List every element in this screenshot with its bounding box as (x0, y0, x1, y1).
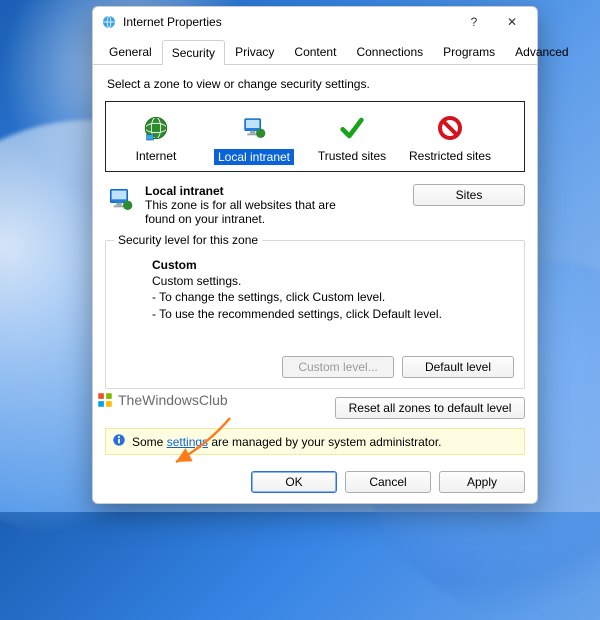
close-button[interactable]: ✕ (493, 8, 531, 36)
custom-line1: Custom settings. (152, 273, 514, 289)
info-icon (112, 433, 126, 450)
info-text: Some settings are managed by your system… (132, 435, 441, 449)
local-intranet-icon (105, 184, 137, 216)
zone-desc-text: This zone is for all websites that are f… (145, 198, 365, 226)
reset-all-zones-button[interactable]: Reset all zones to default level (335, 397, 525, 419)
titlebar: Internet Properties ? ✕ (93, 7, 537, 37)
zone-local-intranet-label: Local intranet (214, 149, 294, 165)
tab-strip: General Security Privacy Content Connect… (93, 39, 537, 65)
custom-settings-block: Custom Custom settings. - To change the … (152, 257, 514, 322)
tab-advanced[interactable]: Advanced (505, 39, 578, 64)
custom-level-button: Custom level... (282, 356, 394, 378)
zone-trusted-sites[interactable]: Trusted sites (306, 110, 398, 169)
settings-link[interactable]: settings (167, 435, 208, 449)
custom-line2: - To change the settings, click Custom l… (152, 289, 514, 305)
tab-general[interactable]: General (99, 39, 162, 64)
help-button[interactable]: ? (455, 8, 493, 36)
zone-description: Local intranet This zone is for all webs… (145, 184, 365, 226)
apply-button[interactable]: Apply (439, 471, 525, 493)
dialog-buttons: OK Cancel Apply (93, 463, 537, 503)
zone-list: Internet Local intranet Trusted sites Re… (105, 101, 525, 172)
internet-properties-dialog: Internet Properties ? ✕ General Security… (92, 6, 538, 504)
zone-internet[interactable]: Internet (110, 110, 202, 169)
zone-prompt: Select a zone to view or change security… (107, 77, 525, 91)
custom-line3: - To use the recommended settings, click… (152, 306, 514, 322)
tab-privacy[interactable]: Privacy (225, 39, 284, 64)
group-legend: Security level for this zone (114, 233, 262, 247)
zone-title: Local intranet (145, 184, 365, 198)
ok-button[interactable]: OK (251, 471, 337, 493)
custom-heading: Custom (152, 257, 514, 273)
zone-local-intranet[interactable]: Local intranet (208, 110, 300, 169)
security-panel: Select a zone to view or change security… (93, 65, 537, 463)
admin-info-bar: Some settings are managed by your system… (105, 428, 525, 455)
tab-security[interactable]: Security (162, 40, 225, 65)
cancel-button[interactable]: Cancel (345, 471, 431, 493)
window-title: Internet Properties (123, 15, 455, 29)
security-level-group: Security level for this zone Custom Cust… (105, 240, 525, 389)
tab-programs[interactable]: Programs (433, 39, 505, 64)
zone-restricted-label: Restricted sites (404, 149, 496, 163)
sites-button[interactable]: Sites (413, 184, 525, 206)
zone-internet-label: Internet (110, 149, 202, 163)
default-level-button[interactable]: Default level (402, 356, 514, 378)
zone-trusted-label: Trusted sites (306, 149, 398, 163)
internet-options-icon (101, 14, 117, 30)
zone-description-row: Local intranet This zone is for all webs… (105, 184, 525, 226)
tab-content[interactable]: Content (284, 39, 346, 64)
tab-connections[interactable]: Connections (346, 39, 433, 64)
zone-restricted-sites[interactable]: Restricted sites (404, 110, 496, 169)
